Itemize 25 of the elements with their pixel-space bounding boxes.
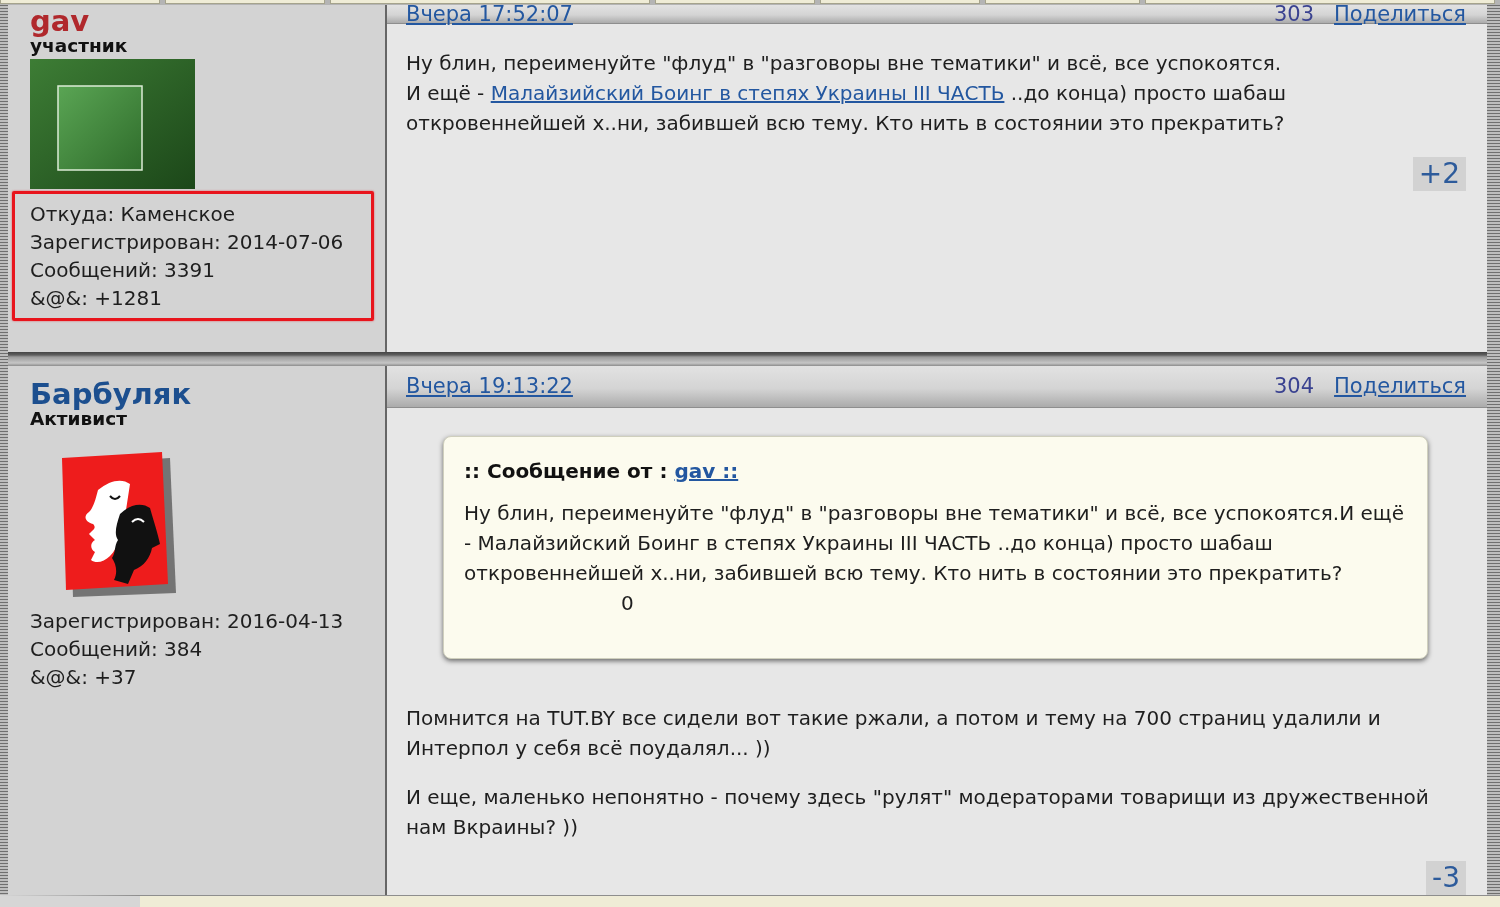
post-text: Помнится на TUT.BY все сидели вот такие ржали, а потом и тему на 700 страниц удалили и Интерпол у себя всё поудалял... )) (406, 705, 1382, 762)
profile-detail: &@&: +37 (30, 664, 137, 691)
post-date-link[interactable]: Вчера 19:13:22 (406, 377, 573, 396)
post-text: Ну блин, переименуйте "флуд" в "разговоры вне тематики" и всё, все успокоятся. И ещё - Малайзийский Боинг в степях Украины III ЧАСТЬ ..до конца) просто шабаш откровеннейшей х..ни, забившей всю тему. Кто нить в состоянии это прекратить? (406, 50, 1288, 137)
post-number: 304 (1273, 377, 1315, 396)
topic-link[interactable]: Малайзийский Боинг в степях Украины III ЧАСТЬ (490, 81, 1005, 105)
profile-detail: Зарегистрирован: 2016-04-13 (30, 608, 344, 635)
author-name[interactable]: gav (30, 5, 90, 37)
post-date-link[interactable]: Вчера 17:52:07 (406, 5, 573, 24)
author-name[interactable]: Барбуляк (30, 378, 192, 410)
quote-text: Ну блин, переименуйте "флуд" в "разговоры вне тематики" и всё, все успокоятся.И ещё - Малайзийский Боинг в степях Украины III ЧАСТЬ ..до конца) просто шабаш откровеннейшей х..ни, забившей всю тему. Кто нить в состоянии это прекратить? (464, 500, 1405, 587)
quote-title: :: Сообщение от : gav :: (464, 458, 739, 484)
share-link[interactable]: Поделиться (1334, 377, 1466, 396)
profile-detail: Сообщений: 3391 (30, 257, 215, 284)
rating-badge: -3 (1426, 861, 1466, 895)
share-link[interactable]: Поделиться (1334, 5, 1466, 24)
profile-detail: Зарегистрирован: 2014-07-06 (30, 229, 344, 256)
profile-detail: Откуда: Каменское (30, 201, 236, 228)
post-number: 303 (1273, 5, 1315, 24)
quote-rating: 0 (621, 590, 634, 617)
profile-detail: &@&: +1281 (30, 285, 162, 312)
post-text: И еще, маленько непонятно - почему здесь "рулят" модераторами товарищи из дружественной нам Вкраины? )) (406, 784, 1430, 841)
profile-detail: Сообщений: 384 (30, 636, 203, 663)
quote-author-link[interactable]: gav :: (674, 459, 739, 483)
rating-badge: +2 (1412, 157, 1466, 191)
